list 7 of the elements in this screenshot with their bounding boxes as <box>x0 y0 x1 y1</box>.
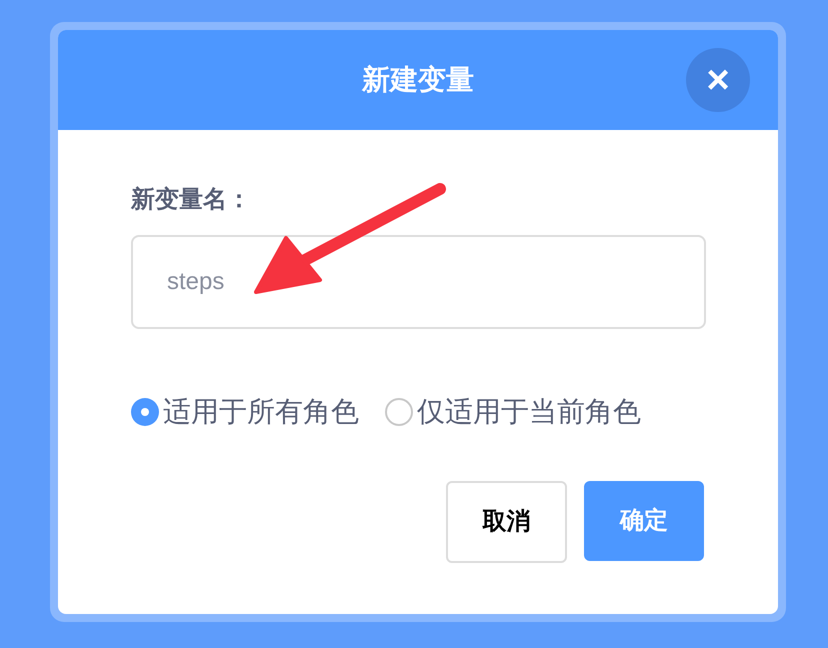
cancel-button[interactable]: 取消 <box>446 481 567 563</box>
name-field[interactable]: steps <box>131 235 706 329</box>
close-button[interactable]: × <box>686 48 750 112</box>
dialog-title: 新建变量 <box>362 63 474 97</box>
field-label: 新变量名： <box>131 185 252 215</box>
scope-radio[interactable]: 适用于所有角色 <box>131 391 359 433</box>
scope-radio[interactable]: 仅适用于当前角色 <box>385 391 641 433</box>
